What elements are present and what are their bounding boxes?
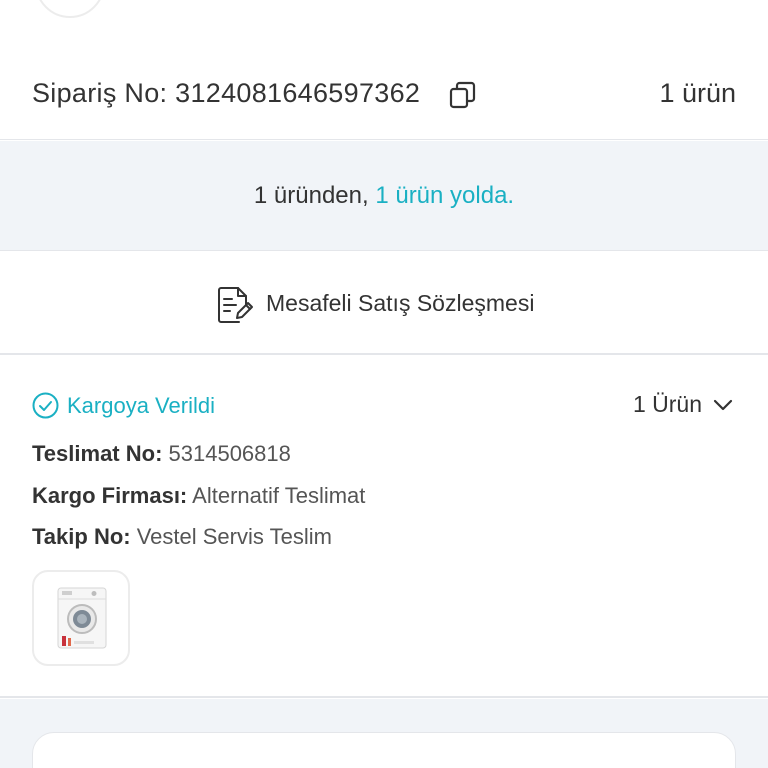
contract-label: Mesafeli Satış Sözleşmesi	[266, 290, 535, 316]
delivery-number-value: 5314506818	[168, 441, 291, 466]
shipment-status: Kargoya Verildi	[67, 393, 215, 418]
tracking-value: Vestel Servis Teslim	[136, 524, 332, 549]
tracking-line: Takip No: Vestel Servis Teslim	[32, 524, 332, 550]
product-thumbnail[interactable]	[32, 570, 130, 666]
carrier-label: Kargo Firması:	[32, 483, 188, 508]
document-edit-icon	[214, 285, 254, 325]
carrier-line: Kargo Firması: Alternatif Teslimat	[32, 483, 365, 509]
shipment-card: Kargoya Verildi 1 Ürün Teslimat No: 5314…	[0, 357, 768, 698]
delivery-summary: 1 üründen, 1 ürün yolda.	[0, 182, 768, 210]
delivery-number-label: Teslimat No:	[32, 441, 163, 466]
shipment-items-toggle[interactable]: 1 Ürün	[633, 391, 734, 418]
top-header-remnant	[0, 0, 768, 52]
order-number: Sipariş No: 3124081646597362	[32, 78, 421, 108]
tracking-label: Takip No:	[32, 524, 131, 549]
delivery-number-line: Teslimat No: 5314506818	[32, 441, 291, 467]
back-button[interactable]	[35, 0, 105, 18]
order-info-row: Sipariş No: 3124081646597362 1 ürün	[0, 52, 768, 140]
next-card	[32, 732, 736, 768]
check-circle-icon	[32, 392, 59, 419]
carrier-value: Alternatif Teslimat	[192, 483, 366, 508]
chevron-down-icon	[712, 394, 734, 416]
delivery-summary-prefix: 1 üründen,	[253, 182, 376, 209]
copy-icon[interactable]	[448, 80, 478, 110]
delivery-summary-highlight: 1 ürün yolda.	[375, 182, 515, 209]
washing-machine-image	[57, 587, 107, 649]
shipment-items-count: 1 Ürün	[632, 391, 702, 417]
delivery-summary-band: 1 üründen, 1 ürün yolda.	[0, 141, 768, 251]
distance-sales-contract-link[interactable]: Mesafeli Satış Sözleşmesi	[0, 252, 768, 355]
item-count: 1 ürün	[659, 78, 736, 108]
